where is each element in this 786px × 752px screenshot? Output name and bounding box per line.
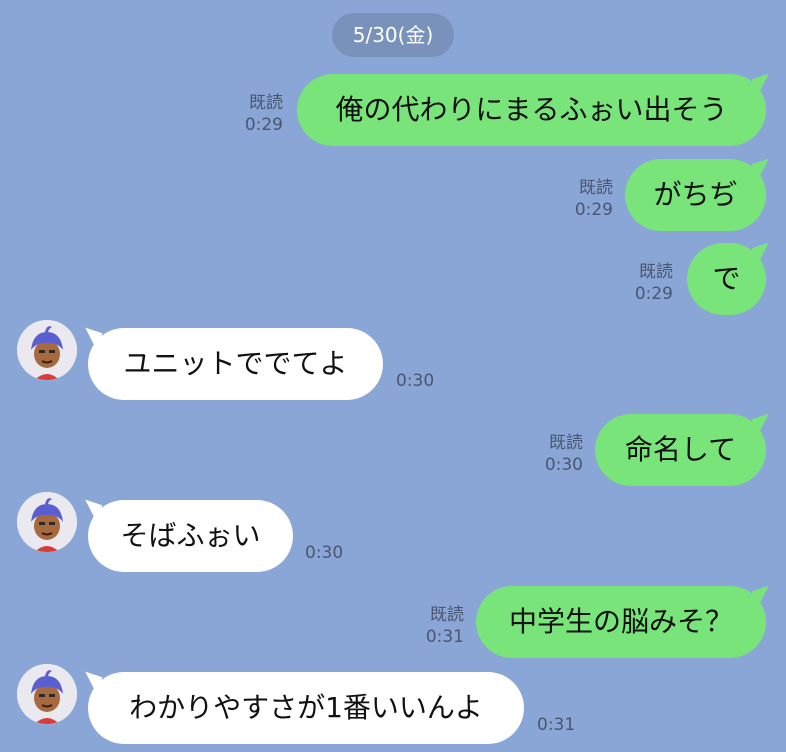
message-text: 命名して [624,433,737,466]
received-message-bubble[interactable]: わかりやすさが1番いいんよ [88,672,524,744]
message-text: で [712,262,741,295]
read-receipt: 既読 [549,433,583,453]
message-text: がちぢ [653,178,738,211]
sent-message-bubble[interactable]: 中学生の脳みそ？ [476,586,766,658]
sent-message-bubble[interactable]: 俺の代わりにまるふぉい出そう [297,74,766,146]
sent-message-bubble[interactable]: 命名して [595,414,766,486]
character-avatar-icon [17,664,77,724]
message-meta: 既読 0:29 [635,261,673,305]
message-time: 0:29 [244,115,283,135]
message-time: 0:31 [537,715,576,735]
contact-avatar[interactable] [17,492,77,552]
message-meta: 既読 0:31 [426,604,464,648]
message-text: そばふぉい [120,519,261,552]
message-text: 中学生の脳みそ？ [508,605,733,638]
read-receipt: 既読 [579,178,613,198]
sent-message-bubble[interactable]: で [687,243,766,315]
message-meta: 既読 0:29 [575,177,613,221]
received-message-bubble[interactable]: そばふぉい [88,500,293,572]
character-avatar-icon [17,492,77,552]
message-text: 俺の代わりにまるふぉい出そう [335,93,728,126]
message-time: 0:30 [396,371,435,391]
message-text: ユニットででてよ [123,347,348,380]
contact-avatar[interactable] [17,320,77,380]
message-time: 0:29 [574,200,613,220]
received-message-bubble[interactable]: ユニットででてよ [88,328,383,400]
sent-message-bubble[interactable]: がちぢ [625,159,766,231]
date-separator: 5/30(金) [332,13,454,57]
message-time: 0:29 [634,284,673,304]
message-time: 0:30 [305,543,344,563]
read-receipt: 既読 [249,93,283,113]
read-receipt: 既読 [639,262,673,282]
message-time: 0:30 [544,455,583,475]
read-receipt: 既読 [430,605,464,625]
message-time: 0:31 [425,627,464,647]
chat-area[interactable]: 5/30(金) 既読 0:29 俺の代わりにまるふぉい出そう 既読 0:29 が… [0,0,786,752]
message-meta: 既読 0:29 [245,92,283,136]
contact-avatar[interactable] [17,664,77,724]
message-meta: 既読 0:30 [545,432,583,476]
message-text: わかりやすさが1番いいんよ [129,691,483,724]
character-avatar-icon [17,320,77,380]
